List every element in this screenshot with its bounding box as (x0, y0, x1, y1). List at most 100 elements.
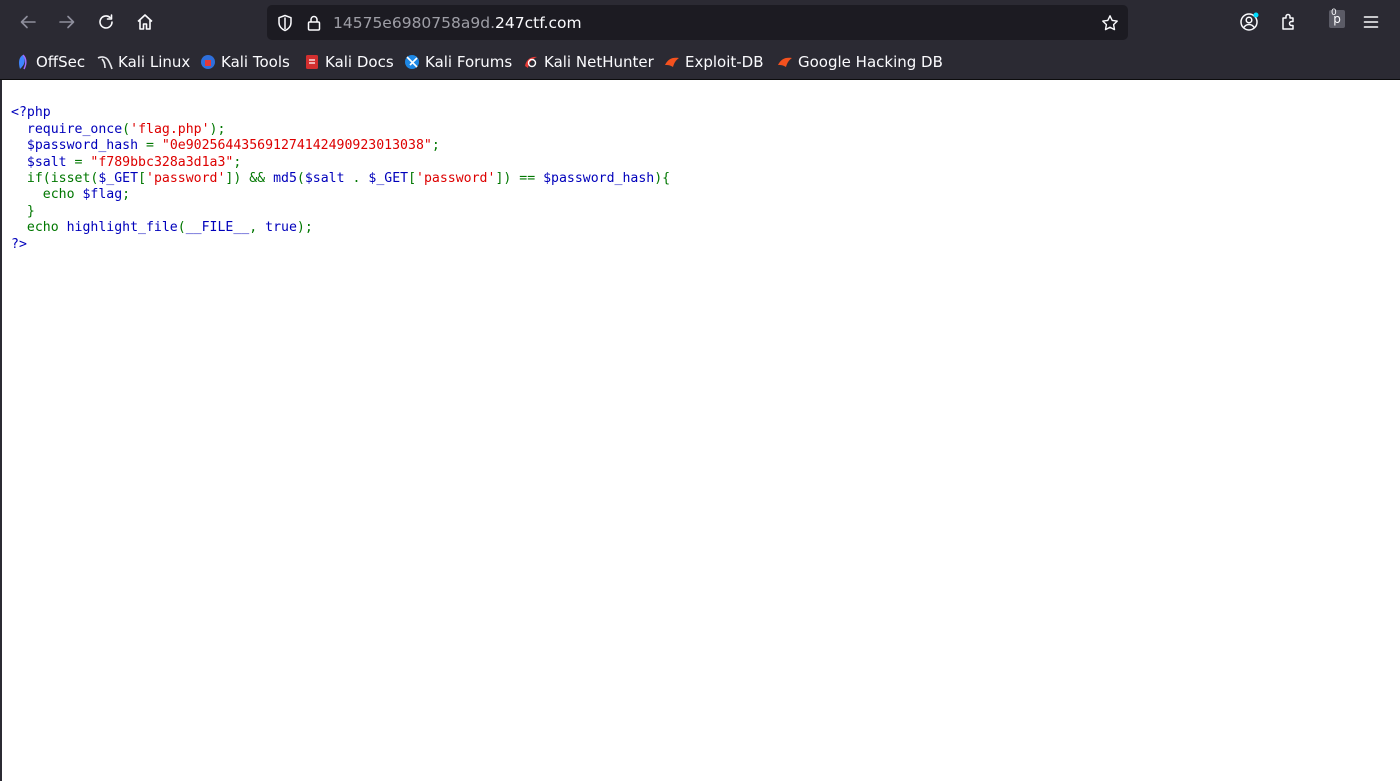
get-superglobal: $_GET (368, 170, 409, 186)
string-literal: 'password' (416, 170, 496, 186)
bookmark-google-hacking-db[interactable]: Google Hacking DB (777, 51, 943, 73)
salt-variable: $salt (26, 154, 67, 170)
bookmark-offsec[interactable]: OffSec (15, 51, 85, 73)
kali-nethunter-icon (523, 54, 539, 70)
ghdb-icon (777, 54, 793, 70)
operator: = (138, 138, 162, 154)
punct: [ (138, 170, 147, 186)
bookmark-kali-linux[interactable]: Kali Linux (97, 51, 190, 73)
punct: ( (122, 121, 131, 137)
navigation-toolbar: 14575e6980758a9d.247ctf.com p 0 (0, 0, 1400, 45)
closing-brace: } (11, 203, 35, 219)
password-hash-value: "0e902564435691274142490923013038" (161, 138, 432, 154)
punct: [ (408, 170, 417, 186)
account-button[interactable] (1233, 6, 1265, 38)
punct: ); (296, 220, 313, 236)
extension-count-badge: 0 (1331, 8, 1337, 18)
bookmark-kali-forums[interactable]: Kali Forums (404, 51, 512, 73)
extensions-button[interactable] (1273, 6, 1305, 38)
md5-call: md5 (273, 170, 297, 186)
url-domain: 247ctf.com (495, 14, 582, 32)
forward-button[interactable] (51, 6, 83, 38)
salt-variable: $salt (304, 170, 353, 186)
url-subdomain: 14575e6980758a9d. (333, 14, 496, 32)
bookmark-label: Kali Docs (325, 53, 394, 71)
page-content: <?php require_once('flag.php'); $passwor… (0, 80, 1400, 781)
bookmark-label: Kali Linux (118, 53, 191, 71)
bookmark-label: Exploit-DB (685, 53, 764, 71)
bookmark-label: OffSec (36, 53, 86, 71)
code-line-2: require_once('flag.php'); (11, 122, 670, 138)
php-close-tag: ?> (11, 236, 27, 252)
reload-icon (99, 14, 113, 29)
php-open-tag: <?php (11, 105, 51, 121)
echo-keyword: echo (42, 187, 83, 203)
bookmark-exploit-db[interactable]: Exploit-DB (664, 51, 764, 73)
hamburger-menu-icon (1363, 16, 1379, 28)
punct: , (249, 220, 266, 236)
home-icon (137, 14, 153, 30)
tracking-protection-shield-icon[interactable] (275, 13, 295, 33)
address-bar[interactable]: 14575e6980758a9d.247ctf.com (267, 5, 1128, 40)
code-line-1: <?php (11, 105, 670, 121)
punct: ; (233, 154, 242, 170)
operator: . (352, 170, 369, 186)
bookmark-star-icon[interactable] (1100, 13, 1120, 33)
kali-forums-icon (404, 54, 420, 70)
flag-variable: $flag (82, 187, 123, 203)
code-line-4: $salt = "f789bbc328a3d1a3"; (11, 155, 670, 171)
reload-button[interactable] (90, 6, 122, 38)
operator: = (66, 154, 91, 170)
kali-dragon-icon (97, 54, 113, 70)
back-button[interactable] (12, 6, 44, 38)
punct: ; (431, 138, 440, 154)
bookmark-kali-tools[interactable]: Kali Tools (200, 51, 290, 73)
url-text[interactable]: 14575e6980758a9d.247ctf.com (333, 13, 582, 33)
puzzle-piece-icon (1282, 13, 1294, 30)
bookmarks-toolbar: OffSec Kali Linux Kali Tools Kali Docs K… (0, 45, 1400, 80)
password-hash-variable: $password_hash (543, 170, 655, 186)
bookmark-label: Kali Forums (425, 53, 513, 71)
file-constant: __FILE__ (185, 220, 250, 236)
password-hash-variable: $password_hash (26, 138, 139, 154)
get-superglobal: $_GET (98, 170, 139, 186)
home-button[interactable] (129, 6, 161, 38)
browser-window: 14575e6980758a9d.247ctf.com p 0 OffSec K… (0, 0, 1400, 781)
forward-arrow-icon (59, 15, 75, 29)
bookmark-kali-nethunter[interactable]: Kali NetHunter (523, 51, 654, 73)
lock-icon[interactable] (304, 13, 324, 33)
highlight-file-call: highlight_file (66, 220, 178, 236)
punct: ); (209, 121, 226, 137)
salt-value: "f789bbc328a3d1a3" (90, 154, 234, 170)
punct: ; (122, 187, 131, 203)
bookmark-label: Google Hacking DB (798, 53, 943, 71)
code-line-8: echo highlight_file(__FILE__, true); (11, 220, 670, 236)
kali-tools-icon (200, 54, 216, 70)
app-menu-button[interactable] (1355, 6, 1387, 38)
kali-docs-icon (304, 54, 320, 70)
require-once-call: require_once (26, 121, 123, 137)
bookmark-kali-docs[interactable]: Kali Docs (304, 51, 394, 73)
account-icon (1240, 12, 1259, 31)
punct: ( (177, 220, 186, 236)
string-literal: 'flag.php' (130, 121, 210, 137)
exploit-db-icon (664, 54, 680, 70)
operator: ]) == (495, 170, 544, 186)
string-literal: 'password' (146, 170, 226, 186)
punct: ){ (654, 170, 671, 186)
bookmark-label: Kali Tools (221, 53, 290, 71)
offsec-icon (15, 54, 31, 70)
echo-keyword: echo (26, 220, 67, 236)
back-arrow-icon (20, 15, 36, 29)
if-isset: if(isset( (26, 170, 99, 186)
operator: ]) && (225, 170, 274, 186)
true-literal: true (265, 220, 297, 236)
punct: ( (296, 170, 305, 186)
code-line-3: $password_hash = "0e90256443569127414249… (11, 138, 670, 154)
code-line-9: ?> (11, 237, 670, 253)
